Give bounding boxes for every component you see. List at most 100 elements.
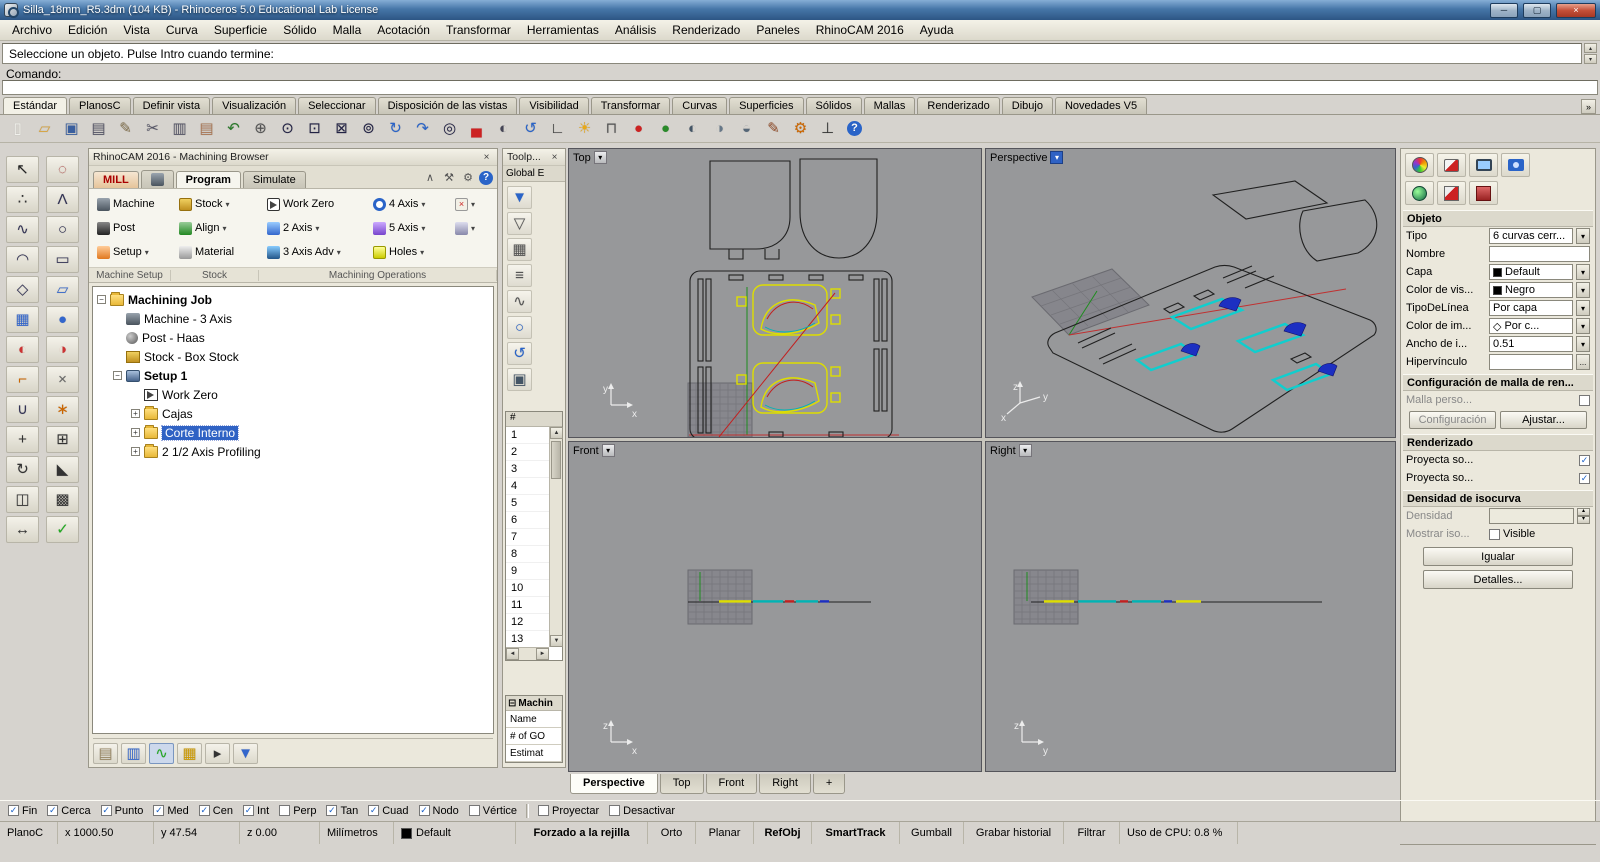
viewport-tab-perspective[interactable]: Perspective: [570, 774, 658, 794]
horizontal-scrollbar[interactable]: ◄ ►: [506, 647, 549, 660]
ghosted-view-icon[interactable]: ◑: [706, 116, 733, 141]
toolpath-row[interactable]: 3: [506, 461, 549, 478]
tree-item-profiling[interactable]: + 2 1/2 Axis Profiling: [93, 442, 493, 461]
status-layer[interactable]: Default: [394, 822, 516, 844]
checkbox-icon[interactable]: ✓: [469, 805, 480, 816]
front-viewport-canvas[interactable]: z x: [569, 442, 982, 772]
collapse-ribbon-icon[interactable]: ∧: [422, 170, 438, 185]
tree-item-setup-1[interactable]: − Setup 1: [93, 366, 493, 385]
menu-edicion[interactable]: Edición: [60, 21, 115, 39]
command-history[interactable]: Seleccione un objeto. Pulse Intro cuando…: [2, 43, 1582, 64]
toolpath-row[interactable]: 6: [506, 512, 549, 529]
properties-tab-icon[interactable]: [1405, 153, 1434, 177]
spin-down-icon[interactable]: ▾: [1577, 516, 1590, 524]
tab-dibujo[interactable]: Dibujo: [1002, 97, 1053, 114]
global-edit-label[interactable]: Global E: [503, 166, 565, 182]
checkbox-icon[interactable]: ✓: [243, 805, 254, 816]
menu-renderizado[interactable]: Renderizado: [664, 21, 748, 39]
copy-tool-icon[interactable]: ⊞: [46, 426, 79, 453]
curve-tool-icon[interactable]: ∿: [6, 216, 39, 243]
viewport-title[interactable]: Perspective: [990, 152, 1047, 164]
maximize-button[interactable]: ▢: [1523, 3, 1551, 18]
tab-estandar[interactable]: Estándar: [3, 97, 67, 114]
toolpath-row[interactable]: 10: [506, 580, 549, 597]
zoom-extents-icon[interactable]: ⊠: [328, 116, 355, 141]
dropdown-icon[interactable]: ▾: [1576, 300, 1590, 316]
spin-up-icon[interactable]: ▴: [1577, 508, 1590, 516]
sphere-tool-icon[interactable]: ●: [46, 306, 79, 333]
dropdown-icon[interactable]: ▾: [1576, 282, 1590, 298]
delete-operation-button[interactable]: ×▾: [451, 194, 499, 215]
surface-tool-icon[interactable]: ▱: [46, 276, 79, 303]
selection-menu-icon[interactable]: ◌: [46, 156, 79, 183]
collapse-expander-icon[interactable]: −: [113, 371, 122, 380]
fillet-tool-icon[interactable]: ⌐: [6, 366, 39, 393]
texture-subtab-icon[interactable]: [1469, 181, 1498, 205]
tool-display-icon[interactable]: ▼: [233, 743, 258, 764]
rectangle-tool-icon[interactable]: ▭: [46, 246, 79, 273]
scrollbar-thumb[interactable]: [551, 441, 561, 479]
scroll-down-icon[interactable]: ▾: [1584, 54, 1597, 64]
tab-program[interactable]: Program: [176, 171, 241, 188]
status-cplane[interactable]: PlanoC: [0, 822, 58, 844]
configuracion-button[interactable]: Configuración: [1409, 411, 1496, 429]
show-machine-icon[interactable]: ▤: [93, 743, 118, 764]
viewport-tab-front[interactable]: Front: [706, 774, 758, 794]
layer-stack-icon[interactable]: ≡: [507, 264, 532, 287]
malla-personalizada-checkbox[interactable]: ✓: [1579, 395, 1590, 406]
tool-edit-icon[interactable]: ▽: [507, 212, 532, 235]
osnap-desactivar[interactable]: ✓Desactivar: [609, 805, 675, 817]
zoom-target-icon[interactable]: ◎: [436, 116, 463, 141]
hipervinculo-value[interactable]: [1489, 354, 1573, 370]
densidad-value[interactable]: [1489, 508, 1574, 524]
menu-vista[interactable]: Vista: [115, 21, 157, 39]
checkbox-icon[interactable]: ✓: [538, 805, 549, 816]
undo-icon[interactable]: ↶: [220, 116, 247, 141]
viewport-right[interactable]: z y Right ▾: [985, 441, 1396, 772]
toolpath-row[interactable]: 2: [506, 444, 549, 461]
osnap-vertice[interactable]: ✓Vértice: [469, 805, 517, 817]
paste-icon[interactable]: ▤: [193, 116, 220, 141]
ajustar-button[interactable]: Ajustar...: [1500, 411, 1587, 429]
status-z[interactable]: z 0.00: [240, 822, 320, 844]
browse-more-icon[interactable]: ...: [1576, 354, 1590, 370]
checkbox-icon[interactable]: ✓: [101, 805, 112, 816]
right-viewport-canvas[interactable]: z y: [986, 442, 1396, 772]
toolpath-row[interactable]: 1: [506, 427, 549, 444]
polyline-tool-icon[interactable]: Λ: [46, 186, 79, 213]
copy-icon[interactable]: ▥: [166, 116, 193, 141]
car-icon[interactable]: ▄: [463, 116, 490, 141]
pan-icon[interactable]: ⊕: [247, 116, 274, 141]
menu-herramientas[interactable]: Herramientas: [519, 21, 607, 39]
toolpath-row[interactable]: 12: [506, 614, 549, 631]
toolpath-row[interactable]: 4: [506, 478, 549, 495]
menu-paneles[interactable]: Paneles: [748, 21, 807, 39]
menu-curva[interactable]: Curva: [158, 21, 206, 39]
display-mode-icon[interactable]: ◐: [490, 116, 517, 141]
proyecta-sombras-checkbox[interactable]: ✓: [1579, 455, 1590, 466]
layers-tab-icon[interactable]: [1437, 153, 1466, 177]
trim-tool-icon[interactable]: ×: [46, 366, 79, 393]
tree-item-post[interactable]: Post - Haas: [93, 328, 493, 347]
gear-icon[interactable]: ⚙: [460, 170, 476, 185]
viewport-tab-right[interactable]: Right: [759, 774, 811, 794]
material-button[interactable]: Material: [175, 242, 261, 263]
menu-malla[interactable]: Malla: [325, 21, 370, 39]
machine-type-tab[interactable]: [141, 170, 174, 188]
circle-tool-icon[interactable]: ○: [46, 216, 79, 243]
scroll-down-icon[interactable]: ▼: [550, 635, 563, 647]
tab-simulate[interactable]: Simulate: [243, 171, 306, 188]
light-icon[interactable]: ☀: [571, 116, 598, 141]
tab-curvas[interactable]: Curvas: [672, 97, 727, 114]
nombre-value[interactable]: [1489, 246, 1590, 262]
camera-tab-icon[interactable]: [1501, 153, 1530, 177]
viewport-tab-new[interactable]: +: [813, 774, 845, 794]
tree-item-stock[interactable]: Stock - Box Stock: [93, 347, 493, 366]
collapse-expander-icon[interactable]: −: [97, 295, 106, 304]
select-tool-icon[interactable]: ↖: [6, 156, 39, 183]
viewport-perspective[interactable]: z y x Perspective ▾: [985, 148, 1396, 438]
toolpath-row[interactable]: 13: [506, 631, 549, 648]
status-cpu[interactable]: Uso de CPU: 0.8 %: [1120, 822, 1238, 844]
render-icon[interactable]: ●: [625, 116, 652, 141]
tab-transformar[interactable]: Transformar: [591, 97, 671, 114]
